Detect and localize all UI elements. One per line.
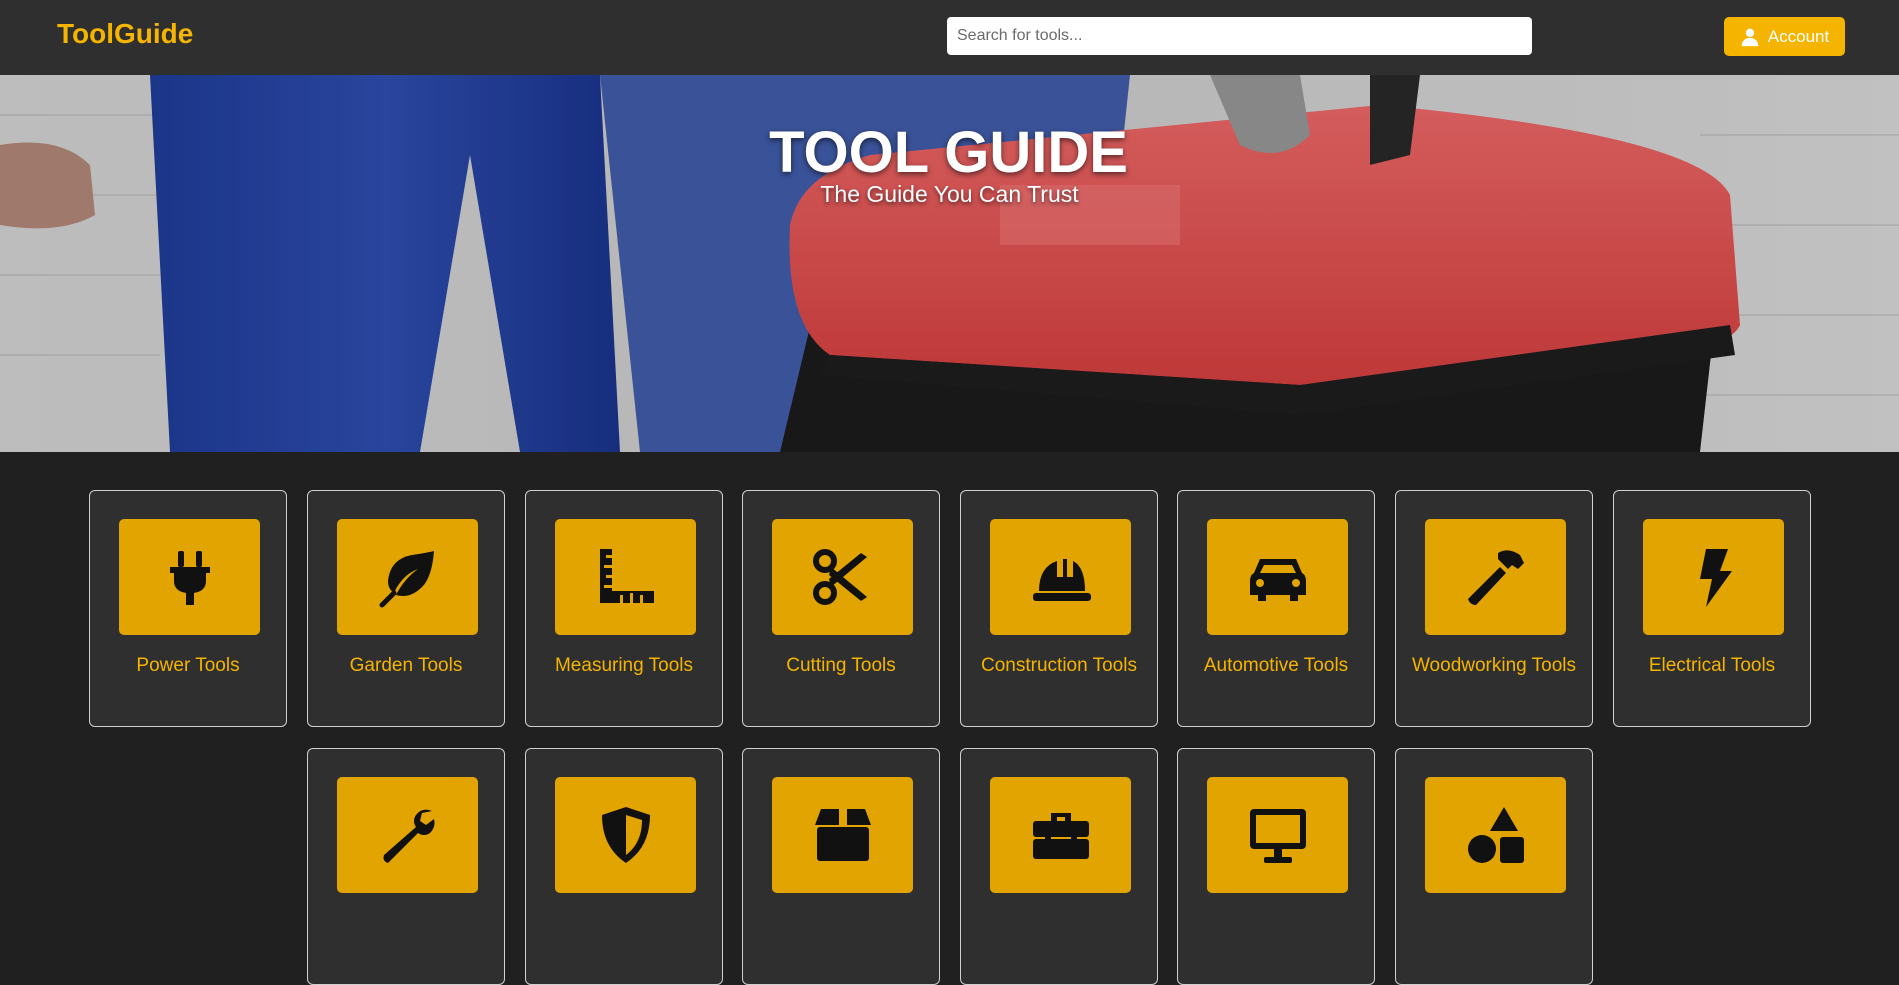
category-card[interactable] — [742, 748, 940, 985]
category-label: Automotive Tools — [1203, 655, 1349, 676]
category-card[interactable] — [1177, 748, 1375, 985]
category-grid: Power Tools Garden Tools Measuring Tools — [0, 452, 1899, 985]
category-tile — [337, 777, 478, 893]
toolbox-icon — [1032, 813, 1089, 859]
category-tile — [555, 519, 696, 635]
category-label: Electrical Tools — [1648, 655, 1776, 676]
top-navbar: ToolGuide Account — [0, 0, 1899, 75]
category-card-woodworking-tools[interactable]: Woodworking Tools — [1395, 490, 1593, 727]
category-card-measuring-tools[interactable]: Measuring Tools — [525, 490, 723, 727]
shield-icon — [601, 807, 650, 863]
shapes-icon — [1467, 807, 1524, 863]
category-card-cutting-tools[interactable]: Cutting Tools — [742, 490, 940, 727]
lightning-icon — [1699, 549, 1732, 607]
category-card-construction-tools[interactable]: Construction Tools — [960, 490, 1158, 727]
hard-hat-icon — [1032, 559, 1091, 601]
category-card[interactable] — [307, 748, 505, 985]
category-label: Garden Tools — [349, 655, 463, 676]
hero-title: TOOL GUIDE — [769, 120, 1128, 185]
category-tile — [119, 519, 260, 635]
category-tile — [772, 519, 913, 635]
plug-icon — [169, 551, 210, 605]
wrench-icon — [383, 809, 434, 863]
category-tile — [337, 519, 478, 635]
monitor-icon — [1249, 809, 1306, 863]
account-button[interactable]: Account — [1724, 17, 1845, 56]
category-card[interactable] — [960, 748, 1158, 985]
hero-subtitle: The Guide You Can Trust — [820, 181, 1079, 207]
category-tile — [990, 777, 1131, 893]
search-input[interactable] — [947, 17, 1532, 55]
category-label: Woodworking Tools — [1411, 655, 1577, 676]
category-label: Measuring Tools — [554, 655, 693, 676]
category-tile — [555, 777, 696, 893]
hammer-icon — [1467, 550, 1524, 605]
category-card-power-tools[interactable]: Power Tools — [89, 490, 287, 727]
category-label: Construction Tools — [981, 655, 1137, 676]
category-card[interactable] — [1395, 748, 1593, 985]
category-card-electrical-tools[interactable]: Electrical Tools — [1613, 490, 1811, 727]
category-card[interactable] — [525, 748, 723, 985]
category-tile — [1643, 519, 1784, 635]
category-tile — [1425, 777, 1566, 893]
car-icon — [1249, 559, 1306, 601]
category-tile — [772, 777, 913, 893]
user-icon — [1741, 28, 1759, 46]
category-card-garden-tools[interactable]: Garden Tools — [307, 490, 505, 727]
ruler-icon — [599, 549, 654, 603]
category-tile — [1207, 777, 1348, 893]
hero-banner: TOOL GUIDE The Guide You Can Trust — [0, 75, 1899, 452]
account-label: Account — [1767, 26, 1830, 46]
box-icon — [814, 809, 871, 861]
site-logo[interactable]: ToolGuide — [57, 18, 193, 50]
category-card-automotive-tools[interactable]: Automotive Tools — [1177, 490, 1375, 727]
category-tile — [990, 519, 1131, 635]
leaf-icon — [379, 551, 434, 608]
category-label: Cutting Tools — [786, 655, 896, 676]
category-tile — [1425, 519, 1566, 635]
scissors-icon — [812, 549, 867, 605]
category-label: Power Tools — [136, 655, 240, 676]
category-tile — [1207, 519, 1348, 635]
